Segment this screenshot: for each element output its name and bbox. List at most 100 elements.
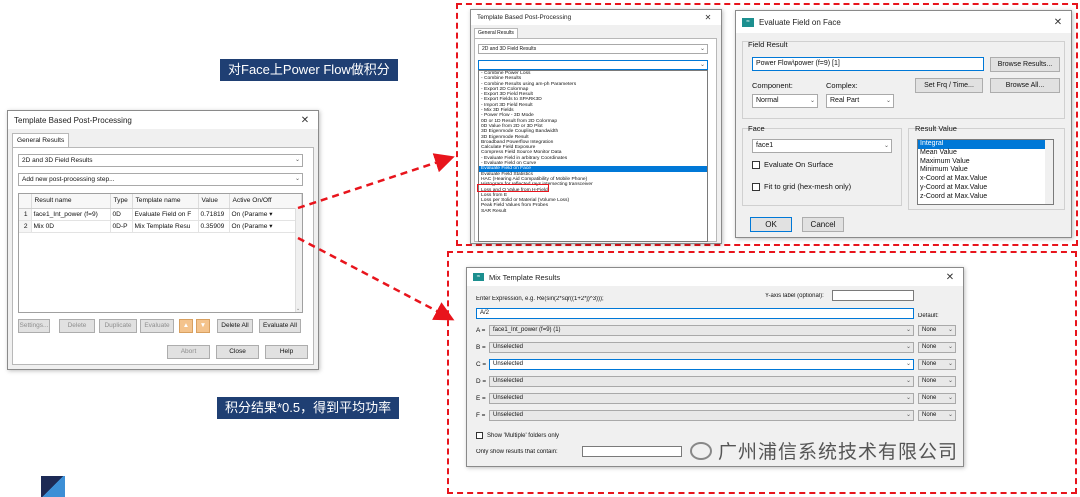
chevron-down-icon: ⌄ <box>905 344 911 350</box>
variable-letter-label: A = <box>476 327 486 334</box>
result-select-value: Unselected <box>493 344 524 350</box>
evaluate-field-on-face-dialog: ≈ Evaluate Field on Face ✕ Field Result … <box>735 10 1072 238</box>
list-item[interactable]: Minimum Value <box>918 166 1053 175</box>
dialog-title: Evaluate Field on Face <box>759 17 841 27</box>
show-multiple-checkbox[interactable]: Show 'Multiple' folders only <box>476 432 559 439</box>
chevron-down-icon: ⌄ <box>699 62 705 68</box>
chevron-down-icon: ⌄ <box>885 98 891 104</box>
checkbox-box[interactable] <box>476 432 483 439</box>
chevron-down-icon: ⌄ <box>883 143 889 149</box>
close-icon[interactable]: ✕ <box>701 13 715 22</box>
chevron-down-icon: ⌄ <box>905 378 911 384</box>
default-select-dropdown[interactable]: None ⌄ <box>918 376 956 387</box>
default-select-value: None <box>922 327 937 333</box>
arrow-to-evaluate-field <box>297 153 455 210</box>
result-select-value: Unselected <box>493 395 524 401</box>
result-select-value: Unselected <box>493 361 524 367</box>
browse-all-button[interactable]: Browse All... <box>990 78 1060 93</box>
result-select-dropdown[interactable]: face1_Int_power (f=9) (1) ⌄ <box>489 325 914 336</box>
default-select-value: None <box>922 395 937 401</box>
default-select-dropdown[interactable]: None ⌄ <box>918 342 956 353</box>
watermark: 广州浦信系统技术有限公司 <box>690 437 958 464</box>
default-select-value: None <box>922 378 937 384</box>
list-item[interactable]: z-Coord at Max.Value <box>918 193 1053 202</box>
show-multiple-label: Show 'Multiple' folders only <box>487 433 559 440</box>
mid-post-processing-window: Template Based Post-Processing ✕ General… <box>470 9 722 244</box>
face-label: Face <box>748 124 765 133</box>
result-value-label: Result Value <box>915 124 957 133</box>
chevron-down-icon: ⌄ <box>947 327 953 333</box>
company-logo-icon <box>41 476 65 497</box>
filter-input[interactable] <box>582 446 682 457</box>
result-category-dropdown[interactable]: 2D and 3D Field Results ⌄ <box>478 44 708 54</box>
default-select-dropdown[interactable]: None ⌄ <box>918 325 956 336</box>
set-frq-time-button[interactable]: Set Frq / Time... <box>915 78 983 93</box>
default-select-dropdown[interactable]: None ⌄ <box>918 359 956 370</box>
fit-to-grid-checkbox[interactable]: Fit to grid (hex-mesh only) <box>752 182 852 192</box>
chevron-down-icon: ⌄ <box>809 98 815 104</box>
variable-letter-label: C = <box>476 361 487 368</box>
add-step-dropdown[interactable]: ⌄ <box>478 60 708 70</box>
result-select-dropdown[interactable]: Unselected ⌄ <box>489 393 914 404</box>
result-select-value: Unselected <box>493 412 524 418</box>
default-select-value: None <box>922 412 937 418</box>
default-label: Default: <box>918 313 939 319</box>
fit-to-grid-label: Fit to grid (hex-mesh only) <box>764 182 852 191</box>
cancel-button[interactable]: Cancel <box>802 217 844 232</box>
variable-letter-label: B = <box>476 344 486 351</box>
only-show-label: Only show results that contain: <box>476 449 558 455</box>
list-item[interactable]: x-Coord at Max.Value <box>918 175 1053 184</box>
result-select-dropdown[interactable]: Unselected ⌄ <box>489 342 914 353</box>
ok-button[interactable]: OK <box>750 217 792 232</box>
chevron-down-icon: ⌄ <box>905 412 911 418</box>
browse-results-button[interactable]: Browse Results... <box>990 57 1060 72</box>
result-select-dropdown[interactable]: Unselected ⌄ <box>489 410 914 421</box>
checkbox-box[interactable] <box>752 183 760 192</box>
evaluate-on-surface-checkbox[interactable]: Evaluate On Surface <box>752 160 833 170</box>
chevron-down-icon: ⌄ <box>905 395 911 401</box>
complex-value: Real Part <box>830 97 860 104</box>
component-dropdown[interactable]: Normal ⌄ <box>752 94 818 108</box>
chevron-down-icon: ⌄ <box>947 378 953 384</box>
list-item[interactable]: y-Coord at Max.Value <box>918 184 1053 193</box>
dialog-title: Mix Template Results <box>489 272 561 282</box>
field-result-label: Field Result <box>748 40 788 49</box>
list-item[interactable]: SAR Result <box>479 209 707 214</box>
list-item[interactable]: Mean Value <box>918 149 1053 158</box>
chevron-down-icon: ⌄ <box>905 327 911 333</box>
selected-item-highlight-box <box>477 184 549 192</box>
result-select-dropdown[interactable]: Unselected ⌄ <box>489 359 914 370</box>
arrow-to-mix-template <box>297 236 455 321</box>
chevron-down-icon: ⌄ <box>947 395 953 401</box>
face-value: face1 <box>756 142 774 149</box>
watermark-text: 广州浦信系统技术有限公司 <box>718 441 959 463</box>
result-value-list[interactable]: Integral Mean Value Maximum Value Minimu… <box>917 139 1054 205</box>
yaxis-input[interactable] <box>832 290 914 301</box>
chevron-down-icon: ⌄ <box>947 412 953 418</box>
close-icon[interactable]: ✕ <box>943 272 957 283</box>
tab-general-results[interactable]: General Results <box>474 28 518 38</box>
checkbox-box[interactable] <box>752 161 760 170</box>
close-icon[interactable]: ✕ <box>1051 17 1065 28</box>
result-select-value: Unselected <box>493 378 524 384</box>
default-select-dropdown[interactable]: None ⌄ <box>918 410 956 421</box>
yaxis-label: Y-axis label (optional): <box>765 293 824 299</box>
template-dropdown-list[interactable]: - Combine Power Loss - Combine Results - C… <box>478 70 708 242</box>
app-logo-icon: ≈ <box>742 17 754 27</box>
complex-label: Complex: <box>826 81 858 90</box>
vertical-scrollbar[interactable] <box>1045 140 1053 204</box>
default-select-dropdown[interactable]: None ⌄ <box>918 393 956 404</box>
complex-dropdown[interactable]: Real Part ⌄ <box>826 94 894 108</box>
result-category-value: 2D and 3D Field Results <box>482 46 537 52</box>
wechat-icon <box>690 441 712 460</box>
field-result-input[interactable]: Power Flow\power (f=9) [1] <box>752 57 984 71</box>
mid-window-title: Template Based Post-Processing <box>477 14 572 21</box>
list-item[interactable]: Integral <box>918 140 1053 149</box>
expression-input[interactable]: A/2 <box>476 308 914 319</box>
chevron-down-icon: ⌄ <box>905 361 911 367</box>
face-dropdown[interactable]: face1 ⌄ <box>752 139 892 153</box>
result-select-dropdown[interactable]: Unselected ⌄ <box>489 376 914 387</box>
default-select-value: None <box>922 361 937 367</box>
component-value: Normal <box>756 97 779 104</box>
list-item[interactable]: Maximum Value <box>918 158 1053 167</box>
